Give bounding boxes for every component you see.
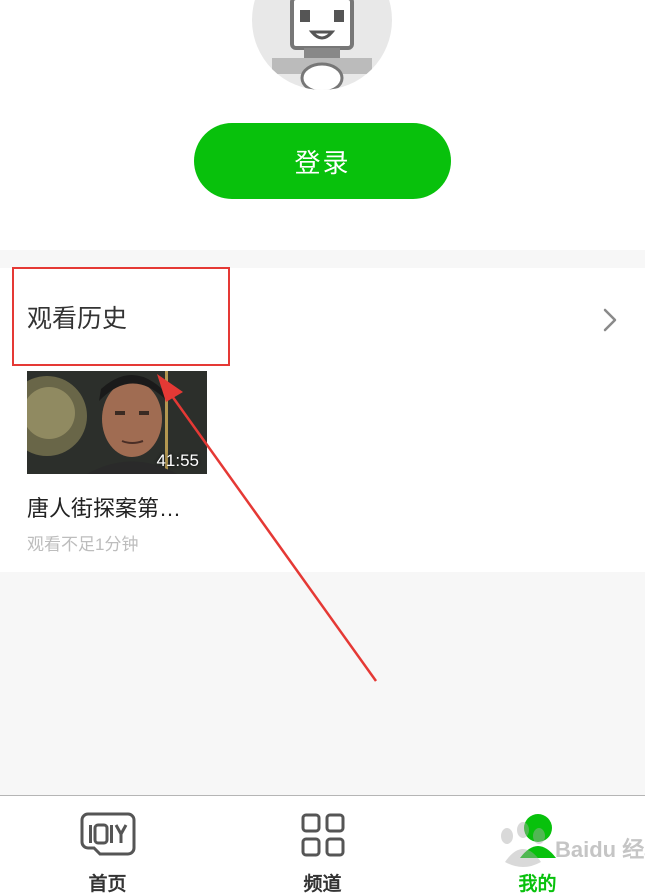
video-title[interactable]: 唐人街探案第… [27, 491, 207, 523]
tab-home[interactable]: 首页 [0, 796, 215, 896]
tab-label-channels: 频道 [303, 874, 342, 895]
video-thumbnail[interactable]: 41:55 [27, 371, 207, 474]
user-icon [519, 814, 556, 858]
history-video-card[interactable]: 41:55 唐人街探案第… 观看不足1分钟 [27, 371, 207, 554]
default-tv-avatar-icon[interactable] [252, 0, 392, 90]
bottom-tab-bar: 首页 频道 我的 [0, 795, 645, 896]
watch-history-header[interactable]: 观看历史 [0, 268, 645, 368]
login-button[interactable]: 登录 [194, 123, 451, 199]
profile-panel: 登录 [0, 0, 645, 250]
chevron-right-icon[interactable] [598, 308, 622, 332]
grid-icon [301, 813, 344, 857]
watch-history-title: 观看历史 [27, 305, 128, 333]
tab-channels[interactable]: 频道 [215, 796, 430, 896]
iqiyi-logo-icon [80, 812, 135, 856]
video-progress-text: 观看不足1分钟 [27, 535, 139, 554]
tab-me[interactable]: 我的 [430, 796, 645, 896]
tab-label-me: 我的 [518, 874, 557, 895]
watch-history-panel: 观看历史 41:55 唐人街探案第… 观看不足1分钟 [0, 267, 645, 572]
tab-label-home: 首页 [88, 874, 127, 895]
video-duration: 41:55 [156, 451, 199, 470]
